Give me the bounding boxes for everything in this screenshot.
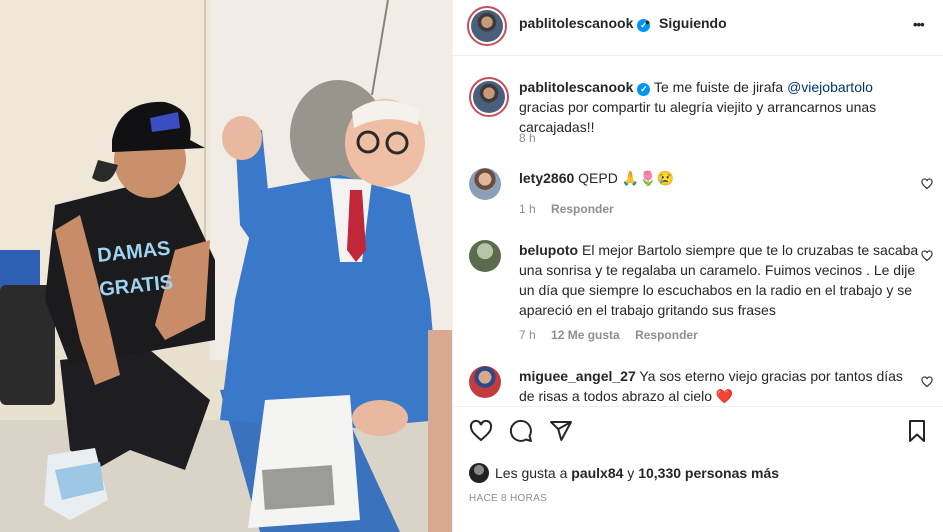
- heart-icon[interactable]: [469, 419, 493, 443]
- more-options-icon[interactable]: •••: [913, 17, 925, 32]
- caption-username[interactable]: pablitolescanook: [519, 79, 633, 95]
- header-separator: •: [645, 14, 650, 30]
- instagram-post: DAMAS GRATIS pablitolescanook ✓ • Siguie…: [0, 0, 943, 532]
- caption-mention[interactable]: @viejobartolo: [787, 79, 873, 95]
- comment-meta: 7 h 12 Me gusta Responder: [519, 328, 710, 342]
- comment-text: lety2860 QEPD 🙏🌷😢: [519, 168, 919, 188]
- comments-list[interactable]: pablitolescanook ✓ Te me fuiste de jirafa…: [453, 57, 943, 406]
- following-button[interactable]: Siguiendo: [659, 15, 727, 31]
- comment-time[interactable]: 7 h: [519, 328, 536, 342]
- comment-time[interactable]: 1 h: [519, 202, 536, 216]
- comment-text: miguee_angel_27 Ya sos eterno viejo grac…: [519, 366, 919, 406]
- comment-text: belupoto El mejor Bartolo siempre que te…: [519, 240, 919, 320]
- likes-prefix: Les gusta a: [495, 465, 572, 481]
- author-name-row: pablitolescanook ✓: [519, 15, 651, 32]
- post-timestamp[interactable]: HACE 8 HORAS: [469, 493, 547, 504]
- verified-icon: ✓: [637, 83, 651, 96]
- photo-illustration: DAMAS GRATIS: [0, 0, 452, 532]
- heart-icon[interactable]: [921, 178, 933, 190]
- comment-avatar[interactable]: [469, 366, 501, 398]
- comment-avatar[interactable]: [469, 240, 501, 272]
- comment-likes[interactable]: 12 Me gusta: [551, 328, 620, 342]
- action-bar: Les gusta a paulx84 y 10,330 personas má…: [453, 406, 943, 532]
- share-icon[interactable]: [549, 419, 573, 443]
- comment-username[interactable]: lety2860: [519, 170, 574, 186]
- heart-icon[interactable]: [921, 250, 933, 262]
- comment-avatar[interactable]: [469, 168, 501, 200]
- comment-username[interactable]: belupoto: [519, 242, 578, 258]
- comment-username[interactable]: miguee_angel_27: [519, 368, 636, 384]
- comment-body: El mejor Bartolo siempre que te lo cruza…: [519, 242, 919, 318]
- author-avatar[interactable]: [467, 6, 507, 46]
- likes-summary[interactable]: Les gusta a paulx84 y 10,330 personas má…: [469, 463, 779, 483]
- caption-text-after: gracias por compartir tu alegría viejito…: [519, 99, 877, 135]
- liker-username[interactable]: paulx84: [571, 465, 623, 481]
- heart-icon[interactable]: [921, 376, 933, 388]
- comment-meta: 1 h Responder: [519, 202, 626, 216]
- comment-icon[interactable]: [509, 419, 533, 443]
- reply-button[interactable]: Responder: [551, 202, 614, 216]
- caption-text: pablitolescanook ✓ Te me fuiste de jirafa…: [519, 77, 919, 137]
- likes-count[interactable]: 10,330 personas más: [638, 465, 779, 481]
- post-side-panel: pablitolescanook ✓ • Siguiendo ••• pablit…: [452, 0, 943, 532]
- caption-time[interactable]: 8 h: [519, 131, 536, 145]
- author-username[interactable]: pablitolescanook: [519, 15, 633, 31]
- post-header: pablitolescanook ✓ • Siguiendo •••: [453, 0, 943, 56]
- save-icon[interactable]: [905, 419, 929, 443]
- likes-middle: y: [623, 465, 639, 481]
- comment-body: QEPD 🙏🌷😢: [578, 170, 675, 186]
- caption-meta: 8 h: [519, 131, 548, 145]
- caption-avatar[interactable]: [469, 77, 509, 117]
- liker-avatar: [469, 463, 489, 483]
- caption-text-before: Te me fuiste de jirafa: [654, 79, 788, 95]
- post-photo[interactable]: DAMAS GRATIS: [0, 0, 452, 532]
- reply-button[interactable]: Responder: [635, 328, 698, 342]
